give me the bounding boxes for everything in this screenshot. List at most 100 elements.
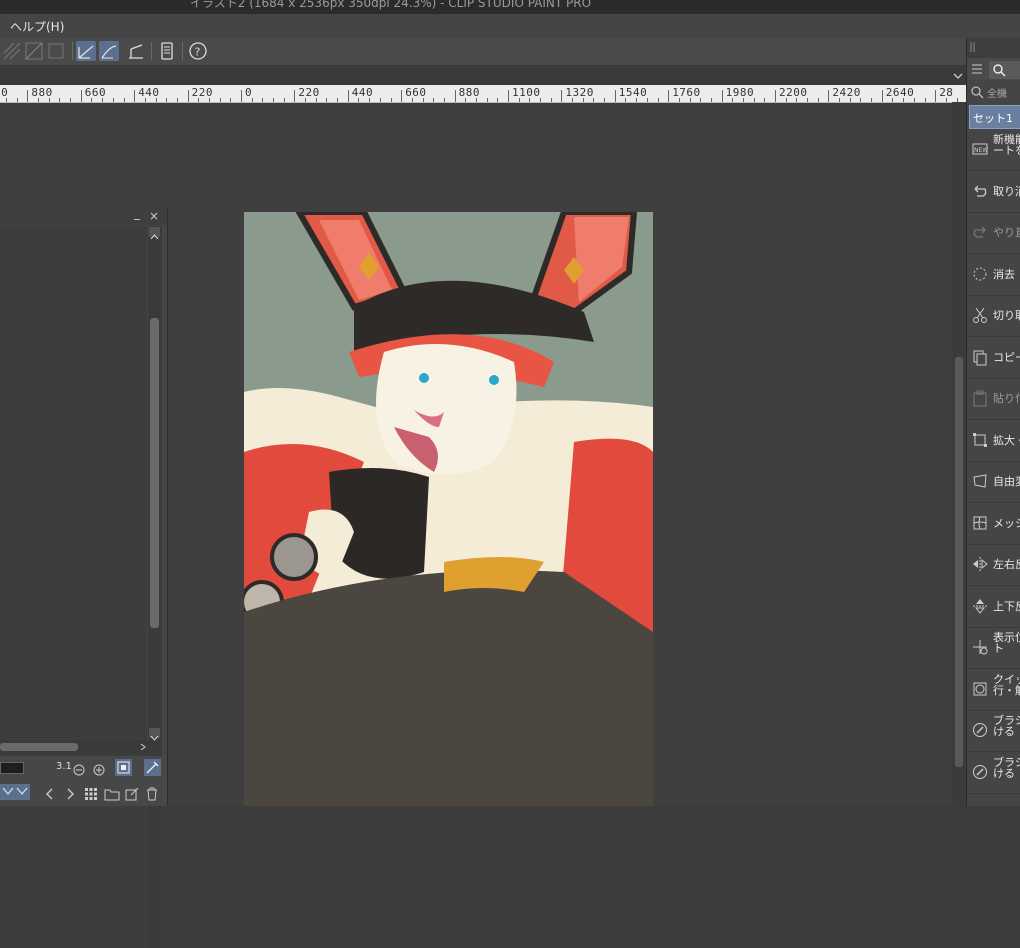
ruler-tick — [251, 98, 253, 102]
ruler-label: 2640 — [885, 86, 915, 99]
scroll-down-button[interactable] — [149, 728, 160, 741]
command-label-line1: メッシュ — [993, 516, 1020, 530]
ruler-tick — [294, 90, 296, 102]
ruler-tick — [913, 98, 915, 102]
ruler-snap-icon[interactable] — [2, 41, 22, 61]
search-scope[interactable]: 全機 — [987, 85, 1007, 100]
ruler-tick — [817, 98, 819, 102]
scroll-up-button[interactable] — [149, 227, 160, 240]
horizontal-scrollbar[interactable] — [0, 740, 148, 754]
command-bar-panel: 全機 セット1 NEW 新機能ートを取り消やり直消去切り取コピー貼り付拡大・自由変… — [966, 38, 1020, 806]
command-scissors[interactable]: 切り取 — [967, 296, 1020, 337]
toolbar-divider — [72, 42, 73, 60]
grid-icon[interactable] — [84, 786, 98, 800]
ruler-tick — [422, 98, 424, 102]
command-quick-mask[interactable]: クイック行・解 — [967, 670, 1020, 711]
ruler-tick — [625, 98, 627, 102]
edit-icon[interactable] — [125, 786, 139, 801]
zoom-in-icon[interactable] — [93, 761, 105, 776]
ruler-tick — [80, 90, 82, 102]
command-clear[interactable]: 消去 — [967, 255, 1020, 296]
ruler-tick — [465, 98, 467, 102]
ruler-tick — [636, 98, 638, 102]
navigator-fit-icon[interactable] — [115, 759, 132, 776]
folder-icon[interactable] — [104, 786, 120, 801]
command-flip-vertical[interactable]: 上下反 — [967, 587, 1020, 628]
ruler-tick — [732, 98, 734, 102]
ruler-snap-2-icon[interactable] — [24, 41, 44, 61]
menu-help[interactable]: ヘルプ(H) — [10, 18, 64, 35]
ruler-tick — [454, 90, 456, 102]
special-ruler-icon[interactable] — [76, 41, 96, 61]
ruler-label: 1760 — [672, 86, 701, 99]
device-icon[interactable] — [157, 41, 177, 61]
ruler-tick — [411, 98, 413, 102]
menu-bar: ヘルプ(H) — [0, 14, 1020, 39]
previous-icon[interactable] — [44, 786, 56, 800]
eyedropper-icon[interactable] — [144, 759, 161, 776]
grid-snap-icon[interactable] — [46, 41, 66, 61]
command-free-transform[interactable]: 自由変 — [967, 462, 1020, 503]
chevron-down-icon[interactable] — [952, 67, 964, 79]
tab-quick-access[interactable] — [989, 61, 1020, 79]
ruler-tick — [657, 98, 659, 102]
ruler-tick — [305, 98, 307, 102]
ruler-tick — [347, 90, 349, 102]
command-mesh[interactable]: メッシュ — [967, 504, 1020, 545]
layer-arrows-icon[interactable] — [0, 784, 30, 800]
menu-icon[interactable] — [969, 61, 985, 77]
scroll-thumb[interactable] — [150, 318, 159, 628]
command-label-line1: 自由変 — [993, 475, 1020, 488]
ruler-tick — [315, 98, 317, 102]
ruler-tick — [326, 98, 328, 102]
command-label-line1: コピー — [993, 350, 1020, 364]
free-transform-icon — [971, 472, 989, 490]
ruler-tick — [614, 90, 616, 102]
next-icon[interactable] — [64, 786, 76, 800]
trash-icon[interactable] — [145, 786, 159, 801]
command-brush-apply-2[interactable]: ブラシける — [967, 753, 1020, 794]
search-icon[interactable] — [970, 85, 984, 99]
command-paste[interactable]: 貼り付 — [967, 379, 1020, 420]
panel-scrollbar[interactable] — [148, 226, 162, 948]
ruler-tick — [283, 98, 285, 102]
perspective-ruler-icon[interactable] — [126, 41, 146, 61]
command-label: 自由変 — [993, 473, 1020, 489]
command-label: 貼り付 — [993, 390, 1020, 406]
command-label: 切り取 — [993, 307, 1020, 323]
canvas-artwork[interactable] — [244, 212, 653, 806]
canvas-vertical-scrollbar[interactable] — [952, 102, 966, 806]
ruler-tick — [262, 98, 264, 102]
command-label-line1: 取り消 — [993, 184, 1020, 198]
close-button[interactable]: × — [149, 209, 159, 223]
command-view-position[interactable]: 表示位ト — [967, 628, 1020, 669]
help-icon[interactable]: ? — [188, 41, 208, 61]
command-label-line1: 切り取 — [993, 309, 1020, 322]
command-new-feature[interactable]: NEW 新機能ートを — [967, 130, 1020, 171]
ruler-tick — [828, 90, 830, 102]
command-label: ブラシける — [993, 757, 1020, 779]
command-flip-horizontal[interactable]: 左右反 — [967, 545, 1020, 586]
ruler-tick — [230, 98, 232, 102]
command-undo[interactable]: 取り消 — [967, 172, 1020, 213]
brush-apply-2-icon — [971, 763, 989, 781]
set-selector[interactable]: セット1 — [969, 105, 1020, 129]
panel-body — [0, 226, 147, 946]
scroll-thumb[interactable] — [0, 743, 78, 751]
paste-icon — [971, 389, 989, 407]
command-redo[interactable]: やり直 — [967, 213, 1020, 254]
scroll-thumb[interactable] — [955, 357, 963, 767]
ruler-tick — [796, 98, 798, 102]
panel-grip[interactable] — [967, 38, 1020, 58]
command-brush-apply[interactable]: ブラシける — [967, 711, 1020, 752]
curve-ruler-icon[interactable] — [99, 41, 119, 61]
minimize-button[interactable]: _ — [134, 206, 140, 220]
command-copy[interactable]: コピー — [967, 338, 1020, 379]
ruler-tick — [102, 98, 104, 102]
command-label: 左右反 — [993, 556, 1020, 572]
zoom-slider[interactable] — [0, 762, 24, 774]
ruler-tick — [764, 98, 766, 102]
ruler-tick — [241, 90, 242, 102]
zoom-out-icon[interactable] — [73, 761, 85, 776]
command-scale[interactable]: 拡大・ — [967, 421, 1020, 462]
